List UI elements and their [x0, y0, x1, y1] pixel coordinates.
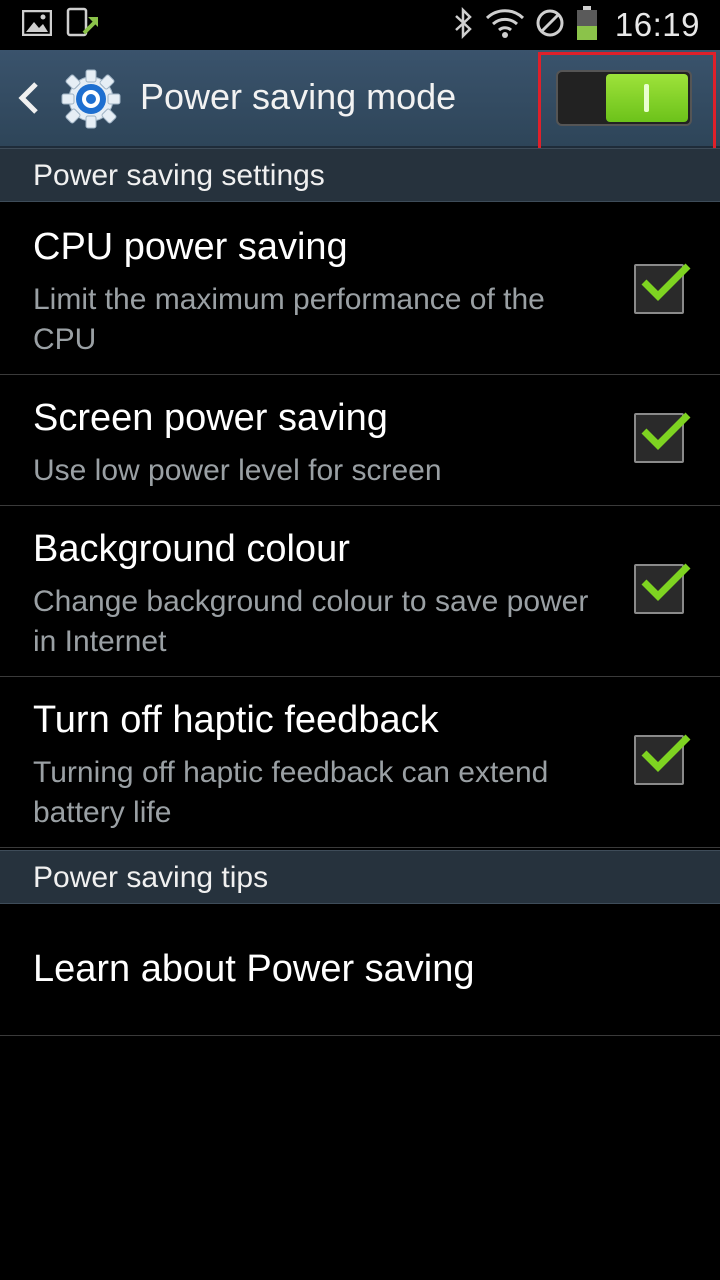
clock: 16:19 — [614, 6, 700, 43]
power-saving-toggle[interactable] — [556, 70, 692, 126]
setting-row-screen[interactable]: Screen power saving Use low power level … — [0, 375, 720, 506]
page-title: Power saving mode — [140, 76, 457, 117]
checkbox-haptic[interactable] — [634, 734, 691, 785]
learn-about-power-saving[interactable]: Learn about Power saving — [0, 904, 720, 1036]
toggle-knob — [606, 74, 688, 122]
back-icon[interactable] — [16, 80, 42, 116]
setting-row-background[interactable]: Background colour Change background colo… — [0, 506, 720, 677]
app-update-icon — [66, 7, 100, 44]
bluetooth-icon — [453, 6, 475, 44]
check-icon — [641, 563, 691, 601]
section-header-label: Power saving tips — [33, 861, 269, 894]
checkbox-screen[interactable] — [634, 412, 691, 463]
section-header-settings: Power saving settings — [0, 148, 720, 202]
learn-label: Learn about Power saving — [33, 948, 475, 990]
setting-title: Turn off haptic feedback — [33, 699, 439, 741]
settings-gear-icon — [58, 66, 124, 132]
checkbox-background[interactable] — [634, 563, 691, 614]
setting-summary: Limit the maximum performance of the CPU — [33, 283, 545, 356]
setting-row-cpu[interactable]: CPU power saving Limit the maximum perfo… — [0, 202, 720, 375]
gallery-icon — [21, 9, 53, 41]
setting-title: Screen power saving — [33, 397, 388, 439]
setting-title: Background colour — [33, 528, 350, 570]
no-sim-icon — [535, 8, 565, 43]
setting-title: CPU power saving — [33, 226, 348, 268]
section-header-label: Power saving settings — [33, 159, 325, 192]
setting-row-haptic[interactable]: Turn off haptic feedback Turning off hap… — [0, 677, 720, 848]
check-icon — [641, 734, 691, 772]
setting-summary: Use low power level for screen — [33, 454, 442, 487]
status-bar: 16:19 — [0, 0, 720, 50]
wifi-icon — [485, 6, 525, 45]
battery-icon — [575, 5, 599, 46]
section-header-tips: Power saving tips — [0, 850, 720, 904]
check-icon — [641, 412, 691, 450]
check-icon — [641, 263, 691, 301]
setting-summary: Turning off haptic feedback can extend b… — [33, 756, 549, 829]
setting-summary: Change background colour to save power i… — [33, 585, 589, 658]
checkbox-cpu[interactable] — [634, 263, 691, 314]
